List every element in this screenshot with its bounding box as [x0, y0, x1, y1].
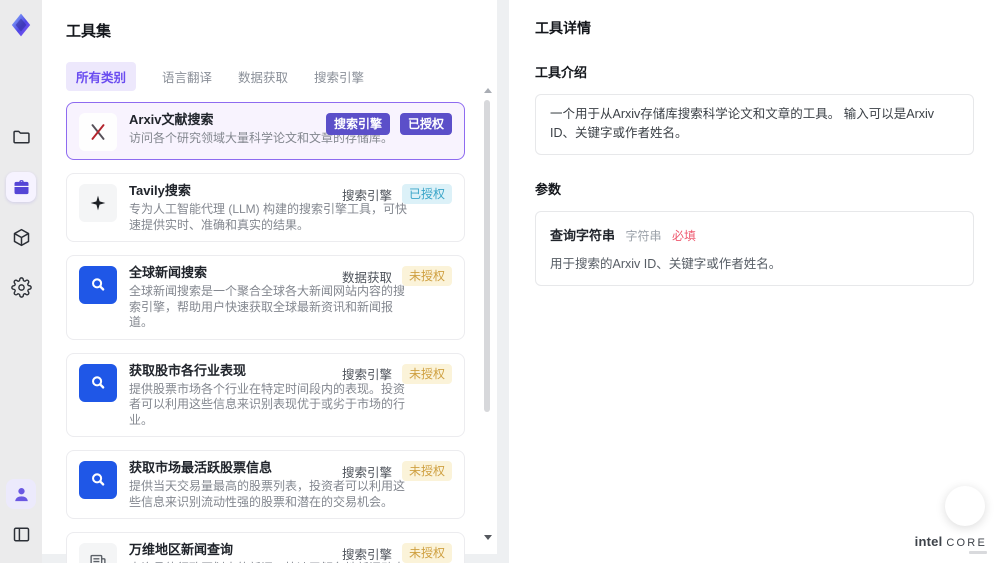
- scroll-down-icon[interactable]: [484, 535, 492, 540]
- tab-translation[interactable]: 语言翻译: [162, 62, 212, 91]
- auth-status-badge: 未授权: [401, 543, 452, 563]
- search-app-icon: [79, 461, 117, 499]
- category-badge: 搜索引擎: [325, 113, 390, 135]
- sparkle-icon: [79, 184, 117, 222]
- download-button[interactable]: [945, 486, 985, 526]
- arxiv-logo-icon: [79, 113, 117, 151]
- auth-status-badge: 未授权: [401, 363, 452, 384]
- sidebar-item-user[interactable]: [6, 479, 36, 509]
- param-header: 查询字符串 字符串 必填: [550, 225, 959, 245]
- tool-description: 提供当天交易量最高的股票列表，投资者可以利用这些信息来识别流动性强的股票和潜在的…: [129, 479, 406, 509]
- list-scrollbar[interactable]: [482, 88, 492, 544]
- scrollbar-thumb[interactable]: [484, 100, 490, 412]
- sidebar-item-chat[interactable]: [6, 72, 36, 102]
- param-name: 查询字符串: [550, 227, 616, 243]
- category-label: 搜索引擎: [341, 188, 392, 203]
- param-type: 字符串: [625, 228, 662, 243]
- intel-core-logo: intel CORE: [914, 534, 987, 554]
- tool-intro-text: 一个用于从Arxiv存储库搜索科学论文和文章的工具。 输入可以是Arxiv ID…: [535, 94, 974, 155]
- detail-title: 工具详情: [535, 20, 591, 36]
- auth-status-badge: 未授权: [401, 266, 452, 286]
- newspaper-icon: [79, 543, 117, 563]
- tool-card-tavily[interactable]: Tavily搜索 专为人工智能代理 (LLM) 构建的搜索引擎工具，可快速提供实…: [66, 173, 465, 242]
- category-label: 数据获取: [341, 270, 392, 285]
- icon-rail: [0, 0, 42, 563]
- tab-data-fetch[interactable]: 数据获取: [238, 62, 288, 91]
- sidebar-item-panel-toggle[interactable]: [6, 519, 36, 549]
- param-item: 查询字符串 字符串 必填 用于搜索的Arxiv ID、关键字或作者姓名。: [535, 210, 974, 286]
- sidebar-item-packages[interactable]: [6, 222, 36, 252]
- tool-card-sector-performance[interactable]: 获取股市各行业表现 提供股票市场各个行业在特定时间段内的表现。投资者可以利用这些…: [66, 352, 465, 437]
- tool-card-arxiv[interactable]: Arxiv文献搜索 访问各个研究领域大量科学论文和文章的存储库。 搜索引擎 已授…: [66, 102, 465, 160]
- params-heading: 参数: [535, 181, 562, 197]
- tool-card-regional-news[interactable]: 万维地区新闻查询 查询具体行政区划内的新闻，快速了解各地新闻动态 搜索引擎 未授…: [66, 532, 465, 563]
- brand-intel: intel: [914, 534, 943, 549]
- auth-status-badge: 已授权: [399, 113, 452, 135]
- app-logo-icon: [6, 10, 36, 40]
- toolset-panel: 工具集 所有类别 语言翻译 数据获取 搜索引擎 Arxiv文献搜索 访问各个研究…: [42, 0, 497, 563]
- search-app-icon: [79, 266, 117, 304]
- search-app-icon: [79, 363, 117, 402]
- intro-heading: 工具介绍: [535, 65, 588, 80]
- tool-card-global-news[interactable]: 全球新闻搜索 全球新闻搜索是一个聚合全球各大新闻网站内容的搜索引擎，帮助用户快速…: [66, 255, 465, 340]
- sidebar-item-files[interactable]: [6, 122, 36, 152]
- tool-card-list: Arxiv文献搜索 访问各个研究领域大量科学论文和文章的存储库。 搜索引擎 已授…: [66, 102, 475, 563]
- category-tabs: 所有类别 语言翻译 数据获取 搜索引擎: [66, 62, 475, 91]
- category-label: 搜索引擎: [341, 547, 392, 562]
- app-window: 工具集 所有类别 语言翻译 数据获取 搜索引擎 Arxiv文献搜索 访问各个研究…: [0, 0, 1000, 563]
- tool-detail-panel: 工具详情 工具介绍 一个用于从Arxiv存储库搜索科学论文和文章的工具。 输入可…: [509, 0, 1000, 563]
- tool-description: 全球新闻搜索是一个聚合全球各大新闻网站内容的搜索引擎，帮助用户快速获取全球最新资…: [129, 284, 406, 329]
- category-label: 搜索引擎: [341, 368, 392, 382]
- param-description: 用于搜索的Arxiv ID、关键字或作者姓名。: [550, 256, 782, 271]
- scroll-up-icon[interactable]: [484, 88, 492, 93]
- auth-status-badge: 已授权: [401, 184, 452, 204]
- tool-card-most-active-stocks[interactable]: 获取市场最活跃股票信息 提供当天交易量最高的股票列表，投资者可以利用这些信息来识…: [66, 450, 465, 519]
- category-label: 搜索引擎: [341, 465, 392, 480]
- auth-status-badge: 未授权: [401, 461, 452, 481]
- param-required-flag: 必填: [671, 228, 696, 243]
- tab-all-categories[interactable]: 所有类别: [66, 62, 137, 91]
- tool-description: 提供股票市场各个行业在特定时间段内的表现。投资者可以利用这些信息来识别表现优于或…: [129, 381, 406, 427]
- brand-core: CORE: [946, 537, 987, 554]
- tab-search-engine[interactable]: 搜索引擎: [314, 62, 364, 91]
- sidebar-item-settings[interactable]: [6, 272, 36, 302]
- sidebar-item-toolbox[interactable]: [6, 172, 36, 202]
- page-title: 工具集: [66, 23, 112, 40]
- tool-description: 专为人工智能代理 (LLM) 构建的搜索引擎工具，可快速提供实时、准确和真实的结…: [129, 202, 408, 232]
